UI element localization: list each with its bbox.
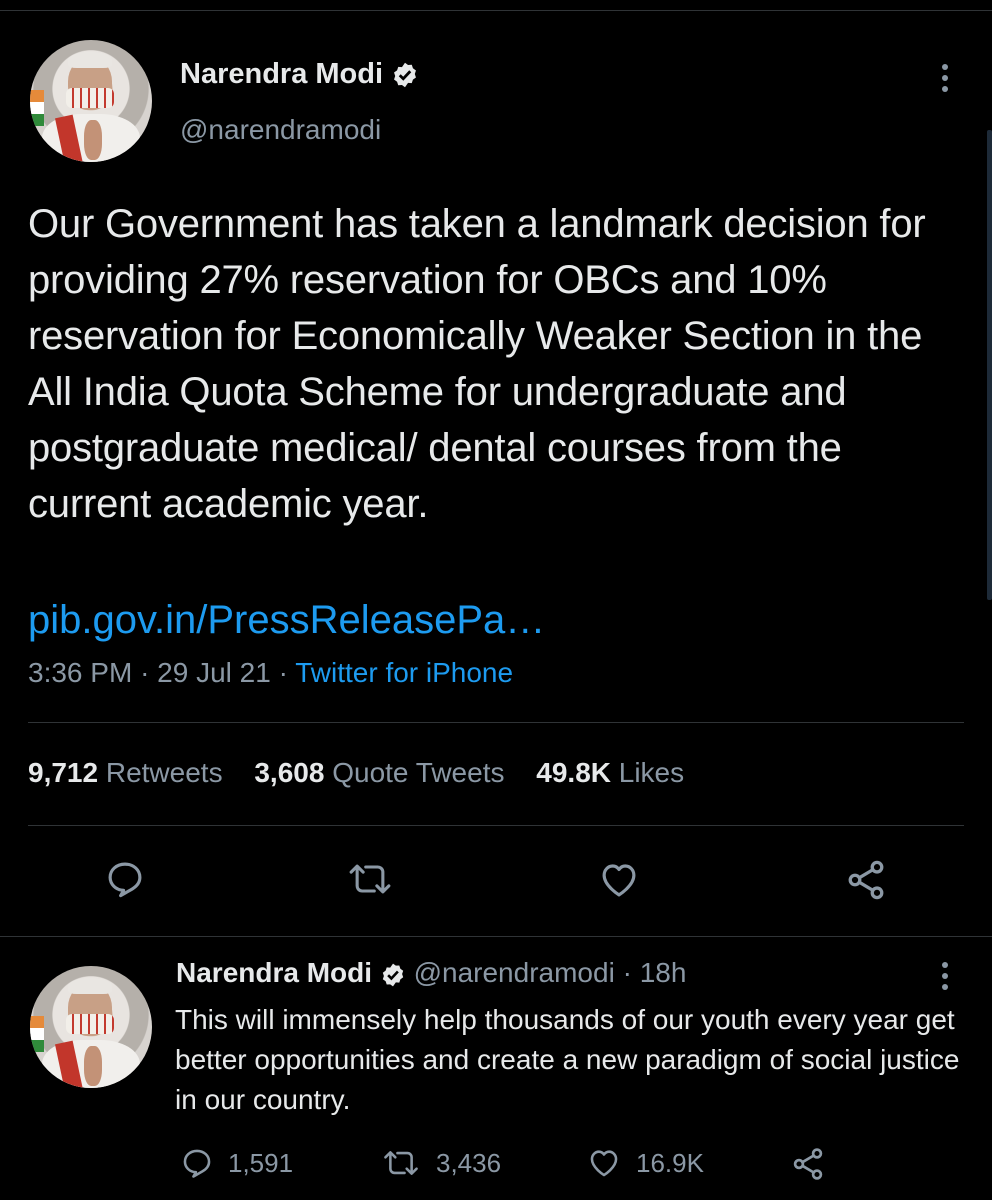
main-tweet-text: Our Government has taken a landmark deci… [28,202,926,526]
retweet-icon [384,1151,418,1175]
likes-label: Likes [618,757,685,788]
reply-action-share[interactable] [790,1146,840,1182]
retweets-label: Retweets [105,757,223,788]
like-button[interactable] [597,859,641,901]
main-tweet-link[interactable]: pib.gov.in/PressReleasePa… [28,592,545,648]
reply-tweet-header: Narendra Modi @narendramodi · 18h [176,957,686,989]
main-tweet-author-handle[interactable]: @narendramodi [180,114,381,146]
divider [0,936,992,937]
reply-action-retweet[interactable]: 3,436 [380,1146,501,1180]
main-tweet-stats: 9,712 Retweets 3,608 Quote Tweets 49.8K … [28,757,708,789]
more-options-icon[interactable] [940,64,950,97]
divider [28,825,964,826]
reply-age[interactable]: 18h [640,957,687,988]
reply-author-name[interactable]: Narendra Modi [176,957,372,988]
reply-icon [108,862,142,898]
reply-icon [183,1149,211,1178]
reply-count: 1,591 [228,1147,294,1178]
likes-stat[interactable]: 49.8K Likes [536,757,708,788]
tweet-source-link[interactable]: Twitter for iPhone [295,657,513,688]
meta-separator: · [278,657,288,688]
reply-button[interactable] [104,858,146,900]
meta-separator: · [140,657,150,688]
reply-action-reply[interactable]: 1,591 [180,1146,293,1180]
tweet-date: 29 Jul 21 [157,657,271,688]
quote-tweets-label: Quote Tweets [332,757,505,788]
main-tweet-meta: 3:36 PM · 29 Jul 21 · Twitter for iPhone [28,657,513,689]
retweets-stat[interactable]: 9,712 Retweets [28,757,254,788]
likes-count: 49.8K [536,757,611,788]
more-options-icon[interactable] [940,962,950,995]
scrollbar[interactable] [987,130,992,600]
reply-action-like[interactable]: 16.9K [586,1146,704,1180]
author-name-text: Narendra Modi [180,58,384,90]
main-tweet-avatar[interactable] [30,40,152,162]
quote-tweets-stat[interactable]: 3,608 Quote Tweets [254,757,536,788]
retweet-icon [349,864,391,894]
share-icon [793,1148,823,1180]
like-icon [590,1150,618,1177]
divider [28,722,964,723]
like-count: 16.9K [636,1147,704,1178]
share-icon [848,860,884,900]
like-icon [602,864,636,897]
main-tweet-author-name[interactable]: Narendra Modi [180,58,419,91]
retweets-count: 9,712 [28,757,99,788]
reply-tweet-text: This will immensely help thousands of ou… [175,1004,960,1115]
verified-badge-icon [382,963,403,986]
reply-author-handle[interactable]: @narendramodi [414,957,615,988]
tweet-time: 3:36 PM [28,657,133,688]
retweet-button[interactable] [346,858,394,900]
top-divider [0,10,992,11]
share-button[interactable] [844,858,888,902]
reply-tweet-avatar[interactable] [30,966,152,1088]
verified-badge-icon [394,63,417,88]
quote-tweets-count: 3,608 [254,757,325,788]
reply-separator: · [622,957,632,988]
retweet-count: 3,436 [436,1147,502,1178]
